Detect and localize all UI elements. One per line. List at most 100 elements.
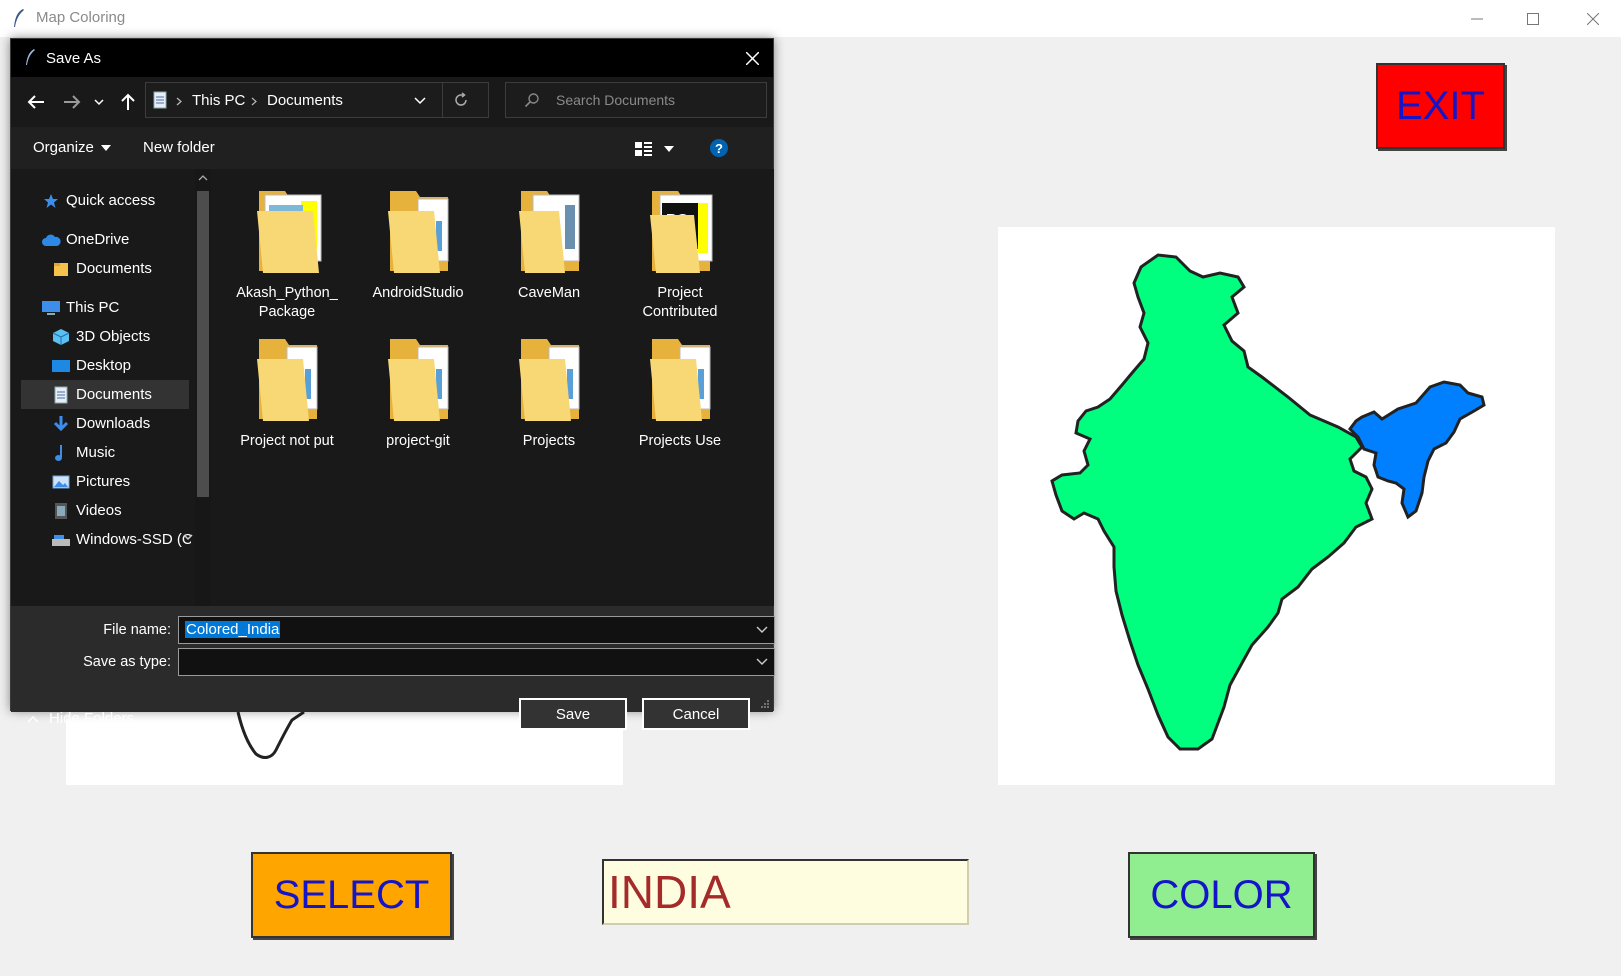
folder-name: AndroidStudio [372,285,464,301]
search-placeholder: Search Documents [556,92,676,108]
folder-item-projects[interactable]: Projects [483,329,615,451]
folder-icon [388,191,449,273]
file-name-field[interactable]: Colored_India [178,616,775,644]
resize-grip-icon[interactable] [760,699,770,709]
folder-name: Project Contributed [642,285,718,320]
dialog-titlebar: Save As [11,39,773,77]
nav-item-documents[interactable]: Documents [21,380,189,409]
nav-item-3d-objects[interactable]: 3D Objects [51,322,211,351]
folder-icon: PC [650,191,713,273]
save-as-type-label: Save as type: [83,654,171,670]
color-button[interactable]: COLOR [1128,852,1315,938]
close-icon [1587,12,1599,25]
maximize-button[interactable] [1505,0,1561,37]
dialog-close-button[interactable] [731,39,773,77]
nav-item-onedrive[interactable]: OneDrive [41,225,211,254]
folder-item-project-git[interactable]: project-git [352,329,484,451]
folder-icon [51,259,71,279]
folder-item-caveman[interactable]: CaveMan [483,181,615,303]
up-button[interactable] [117,90,139,114]
save-button[interactable]: Save [519,698,627,730]
india-map [1050,253,1486,751]
save-as-type-select[interactable] [178,648,775,676]
cancel-button[interactable]: Cancel [642,698,750,730]
star-icon [41,191,61,211]
exit-button[interactable]: EXIT [1376,63,1505,149]
folder-name: Akash_Python_ Package [236,285,338,320]
file-name-label: File name: [103,622,171,638]
folder-icon [519,339,580,421]
folder-item-project-not-put[interactable]: Project not put [221,329,353,451]
nav-item-windows-ssd[interactable]: Windows-SSD (C [51,525,191,554]
dialog-title: Save As [46,50,102,67]
chevron-down-icon[interactable] [756,623,768,637]
nav-item-pictures[interactable]: Pictures [51,467,211,496]
recent-locations-button[interactable] [91,90,107,114]
scrollbar-thumb[interactable] [197,191,209,497]
command-bar: Organize New folder ? [11,127,773,169]
documents-icon [51,385,71,405]
nav-item-label: Videos [76,502,122,519]
folder-item-projects-use[interactable]: Projects Use [614,329,746,451]
caret-down-icon[interactable] [664,146,674,152]
nav-item-label: Documents [76,386,152,403]
nav-item-label: This PC [66,299,120,316]
nav-item-label: Documents [76,260,152,277]
search-icon [524,93,539,108]
arrow-left-icon [27,95,44,109]
chevron-right-icon [251,97,257,106]
forward-button[interactable] [61,90,83,114]
folder-item-akash-python-package[interactable]: Akash_Python_ Package [221,181,353,322]
minimize-button[interactable] [1449,0,1505,37]
folder-item-project-contributed[interactable]: PC ProjectContributed [614,181,746,322]
chevron-down-icon[interactable] [756,655,768,669]
minimize-icon [1471,18,1483,19]
chevron-down-icon[interactable] [414,97,426,105]
save-as-dialog: Save As This PC Documents Search Documen… [10,38,775,730]
nav-item-desktop[interactable]: Desktop [51,351,211,380]
nav-item-label: Windows-SSD (C [76,531,191,548]
breadcrumb-documents[interactable]: Documents [267,92,343,109]
close-window-button[interactable] [1565,0,1621,37]
chevron-up-icon [27,715,39,723]
file-name-value: Colored_India [185,621,281,638]
mainland-region [1050,253,1374,751]
folder-icon [257,191,322,273]
feather-app-icon [14,9,24,27]
hide-folders-label: Hide Folders [49,710,135,727]
hide-folders-button[interactable]: Hide Folders [27,710,134,727]
folder-name: Projects Use [638,433,722,449]
select-button[interactable]: SELECT [251,852,452,938]
nav-item-quick-access[interactable]: Quick access [41,186,211,215]
view-options-icon[interactable] [634,141,654,157]
nav-item-this-pc[interactable]: This PC [41,293,211,322]
refresh-icon[interactable] [453,92,469,108]
folder-name: Project not put [240,433,334,449]
search-input[interactable]: Search Documents [505,82,767,118]
folder-item-androidstudio[interactable]: AndroidStudio [352,181,484,303]
nav-item-onedrive-documents[interactable]: Documents [51,254,211,283]
organize-menu[interactable]: Organize [33,139,112,156]
file-list: Akash_Python_ Package AndroidStudio CaveM… [219,169,774,606]
nav-item-label: 3D Objects [76,328,151,345]
feather-app-icon [26,49,35,65]
drive-icon [51,530,71,550]
breadcrumb-this-pc[interactable]: This PC [192,92,245,109]
nav-item-music[interactable]: Music [51,438,211,467]
back-button[interactable] [25,90,47,114]
address-box[interactable]: This PC Documents [145,82,489,118]
download-icon [51,414,71,434]
state-name-input[interactable]: INDIA [602,859,969,925]
maximize-icon [1527,12,1539,25]
pictures-icon [51,472,71,492]
nav-item-downloads[interactable]: Downloads [51,409,211,438]
window-titlebar: Map Coloring [0,0,1621,37]
help-icon[interactable]: ? [709,138,729,158]
nav-scrollbar[interactable] [195,169,211,606]
nav-item-videos[interactable]: Videos [51,496,211,525]
new-folder-button[interactable]: New folder [143,139,215,156]
scroll-up-icon[interactable] [198,175,208,181]
folder-icon [650,339,711,421]
chevron-down-icon [94,99,104,106]
document-icon [153,91,167,109]
